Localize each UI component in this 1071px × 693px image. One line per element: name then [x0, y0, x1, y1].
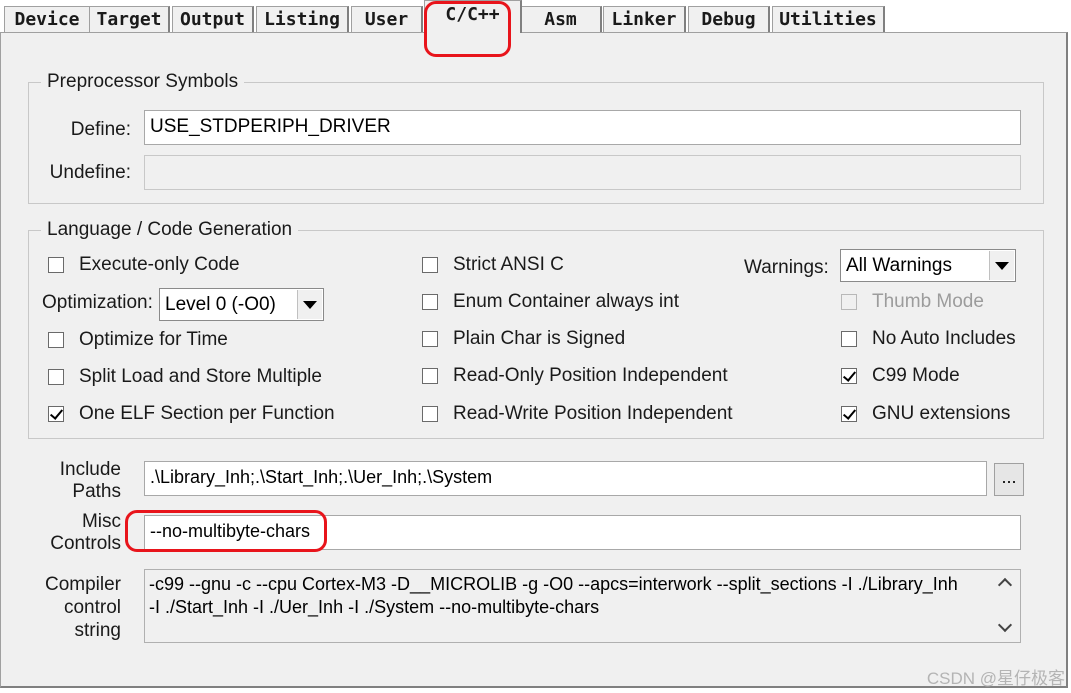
ro-position-independent-label: Read-Only Position Independent [453, 365, 728, 386]
scroll-down-icon[interactable] [997, 617, 1013, 633]
include-paths-input[interactable]: .\Library_Inh;.\Start_Inh;.\Uer_Inh;.\Sy… [144, 461, 987, 496]
tab-c-cpp[interactable]: C/C++ [424, 0, 522, 33]
execute-only-code-checkbox[interactable]: Execute-only Code [48, 254, 240, 276]
thumb-mode-checkbox: Thumb Mode [841, 291, 984, 313]
optimization-label: Optimization: [42, 292, 153, 313]
misc-controls-label-line-1: Misc [81, 511, 121, 532]
include-paths-browse-button[interactable]: ... [994, 463, 1024, 496]
optimization-dropdown-button[interactable] [297, 290, 322, 319]
misc-controls-label: Misc Controls [31, 511, 121, 555]
compiler-control-line-1: -c99 --gnu -c --cpu Cortex-M3 -D__MICROL… [149, 574, 958, 594]
warnings-select[interactable]: All Warnings [840, 249, 1016, 282]
include-paths-label-line-2: Paths [72, 481, 121, 502]
tab-utilities[interactable]: Utilities [772, 6, 885, 32]
rw-position-independent-label: Read-Write Position Independent [453, 403, 733, 424]
tab-device[interactable]: Device [4, 6, 91, 32]
strict-ansi-c-label: Strict ANSI C [453, 254, 564, 275]
split-load-store-checkbox[interactable]: Split Load and Store Multiple [48, 366, 322, 388]
checkbox-box-checked [841, 406, 857, 422]
checkbox-box [422, 331, 438, 347]
checkbox-box [841, 294, 857, 310]
define-label: Define: [70, 119, 131, 140]
thumb-mode-label: Thumb Mode [872, 291, 984, 312]
execute-only-code-label: Execute-only Code [79, 254, 240, 275]
checkbox-box [422, 257, 438, 273]
tab-asm[interactable]: Asm [520, 6, 602, 32]
c99-mode-checkbox[interactable]: C99 Mode [841, 365, 960, 387]
compiler-control-label-line-1: Compiler [44, 574, 121, 595]
misc-controls-label-line-2: Controls [50, 533, 121, 554]
tab-user[interactable]: User [351, 6, 423, 32]
compiler-control-string-label: Compiler control string [31, 573, 121, 642]
compiler-control-label-line-2: control [63, 597, 121, 618]
tab-linker[interactable]: Linker [603, 6, 686, 32]
checkbox-box [48, 257, 64, 273]
plain-char-signed-checkbox[interactable]: Plain Char is Signed [422, 328, 625, 350]
gnu-extensions-label: GNU extensions [872, 403, 1011, 424]
checkbox-box [841, 331, 857, 347]
warnings-label: Warnings: [744, 257, 829, 278]
checkbox-box [48, 369, 64, 385]
language-group-title: Language / Code Generation [47, 219, 293, 240]
define-input[interactable]: USE_STDPERIPH_DRIVER [144, 110, 1021, 145]
no-auto-includes-label: No Auto Includes [872, 328, 1016, 349]
compiler-control-string-textarea[interactable]: -c99 --gnu -c --cpu Cortex-M3 -D__MICROL… [144, 569, 1021, 643]
tab-output[interactable]: Output [172, 6, 254, 32]
enum-container-label: Enum Container always int [453, 291, 679, 312]
no-auto-includes-checkbox[interactable]: No Auto Includes [841, 328, 1016, 350]
ro-position-independent-checkbox[interactable]: Read-Only Position Independent [422, 365, 728, 387]
c99-mode-label: C99 Mode [872, 365, 960, 386]
checkbox-box [422, 406, 438, 422]
checkbox-box-checked [841, 368, 857, 384]
compiler-control-line-2: -I ./Start_Inh -I ./Uer_Inh -I ./System … [149, 597, 600, 617]
compiler-control-scrollbar[interactable] [993, 571, 1019, 641]
preprocessor-group-title: Preprocessor Symbols [47, 71, 239, 92]
options-panel: Preprocessor Symbols Define: USE_STDPERI… [0, 32, 1068, 688]
one-elf-section-label: One ELF Section per Function [79, 403, 335, 424]
strict-ansi-c-checkbox[interactable]: Strict ANSI C [422, 254, 564, 276]
checkbox-box-checked [48, 406, 64, 422]
tab-strip: Device Target Output Listing User C/C++ … [0, 0, 1071, 33]
checkbox-box [422, 294, 438, 310]
include-paths-label-line-1: Include [59, 459, 121, 480]
compiler-control-label-line-3: string [74, 620, 121, 641]
optimization-select[interactable]: Level 0 (-O0) [159, 288, 324, 321]
plain-char-signed-label: Plain Char is Signed [453, 328, 626, 349]
undefine-label: Undefine: [49, 162, 131, 183]
warnings-value: All Warnings [846, 255, 952, 276]
watermark-text: CSDN @星仔极客 [926, 669, 1065, 688]
enum-container-checkbox[interactable]: Enum Container always int [422, 291, 679, 313]
tab-debug[interactable]: Debug [688, 6, 770, 32]
rw-position-independent-checkbox[interactable]: Read-Write Position Independent [422, 403, 733, 425]
gnu-extensions-checkbox[interactable]: GNU extensions [841, 403, 1010, 425]
checkbox-box [422, 368, 438, 384]
optimization-value: Level 0 (-O0) [165, 294, 276, 315]
optimize-for-time-label: Optimize for Time [79, 329, 228, 350]
scroll-up-icon[interactable] [997, 577, 1013, 593]
warnings-dropdown-button[interactable] [989, 251, 1014, 280]
undefine-input[interactable] [144, 155, 1021, 190]
checkbox-box [48, 332, 64, 348]
tab-target[interactable]: Target [89, 6, 170, 32]
tab-listing[interactable]: Listing [256, 6, 349, 32]
chevron-down-icon [303, 300, 317, 309]
include-paths-label: Include Paths [31, 459, 121, 503]
split-load-store-label: Split Load and Store Multiple [79, 366, 322, 387]
one-elf-section-checkbox[interactable]: One ELF Section per Function [48, 403, 335, 425]
chevron-down-icon [995, 261, 1009, 270]
misc-controls-input[interactable]: --no-multibyte-chars [144, 515, 1021, 550]
optimize-for-time-checkbox[interactable]: Optimize for Time [48, 329, 228, 351]
